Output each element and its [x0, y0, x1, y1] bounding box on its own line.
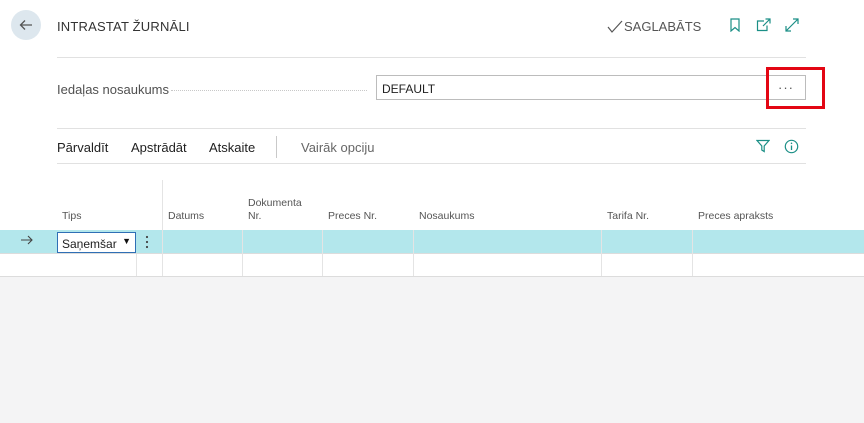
column-divider: [322, 230, 323, 276]
field-label: Iedaļas nosaukums: [57, 82, 170, 97]
current-row-arrow-icon: [20, 233, 34, 249]
action-report[interactable]: Atskaite: [209, 140, 255, 155]
actions-divider: [57, 163, 806, 164]
dropdown-caret-icon: ▼: [122, 236, 131, 246]
column-header-preces-nr[interactable]: Preces Nr.: [328, 210, 377, 223]
row-divider: [0, 276, 864, 277]
action-more-options[interactable]: Vairāk opciju: [301, 140, 374, 155]
highlight-box: [766, 67, 825, 109]
info-icon[interactable]: [783, 138, 799, 154]
back-button[interactable]: [11, 10, 41, 40]
row-divider: [0, 253, 864, 254]
column-header-datums[interactable]: Datums: [168, 210, 204, 223]
type-dropdown-value: Saņemšar: [62, 237, 117, 251]
column-header-dokumenta-nr[interactable]: Dokumenta Nr.: [248, 197, 312, 223]
field-divider: [57, 128, 806, 129]
bookmark-icon[interactable]: [727, 17, 743, 33]
page-content: INTRASTAT ŽURNĀLI SAGLABĀTS Iedaļas nosa…: [0, 0, 864, 277]
field-leader-dots: [171, 90, 367, 91]
column-divider: [242, 230, 243, 276]
column-header-tips[interactable]: Tips: [62, 210, 81, 223]
section-name-field[interactable]: DEFAULT ···: [376, 75, 806, 100]
saved-label: SAGLABĀTS: [624, 19, 702, 34]
column-header-preces-apraksts[interactable]: Preces apraksts: [698, 210, 773, 223]
checkmark-icon: [607, 20, 623, 33]
open-new-window-icon[interactable]: [755, 17, 771, 33]
saved-status: SAGLABĀTS: [607, 19, 701, 34]
action-separator: [276, 136, 277, 158]
page-title: INTRASTAT ŽURNĀLI: [57, 19, 190, 34]
action-manage[interactable]: Pārvaldīt: [57, 140, 108, 155]
column-divider: [136, 254, 137, 276]
action-process[interactable]: Apstrādāt: [131, 140, 187, 155]
filter-icon[interactable]: [755, 138, 771, 154]
type-dropdown[interactable]: Saņemšar ▼: [57, 232, 136, 253]
column-divider: [692, 230, 693, 276]
column-header-nosaukums[interactable]: Nosaukums: [419, 210, 474, 223]
column-header-tarifa-nr[interactable]: Tarifa Nr.: [607, 210, 649, 223]
column-divider: [601, 230, 602, 276]
column-divider: [413, 230, 414, 276]
back-arrow-icon: [19, 20, 32, 30]
column-divider: [162, 180, 163, 276]
expand-icon[interactable]: [784, 17, 800, 33]
row-actions-menu-icon[interactable]: [145, 235, 149, 251]
header-divider: [57, 57, 806, 58]
section-name-value: DEFAULT: [382, 82, 436, 96]
